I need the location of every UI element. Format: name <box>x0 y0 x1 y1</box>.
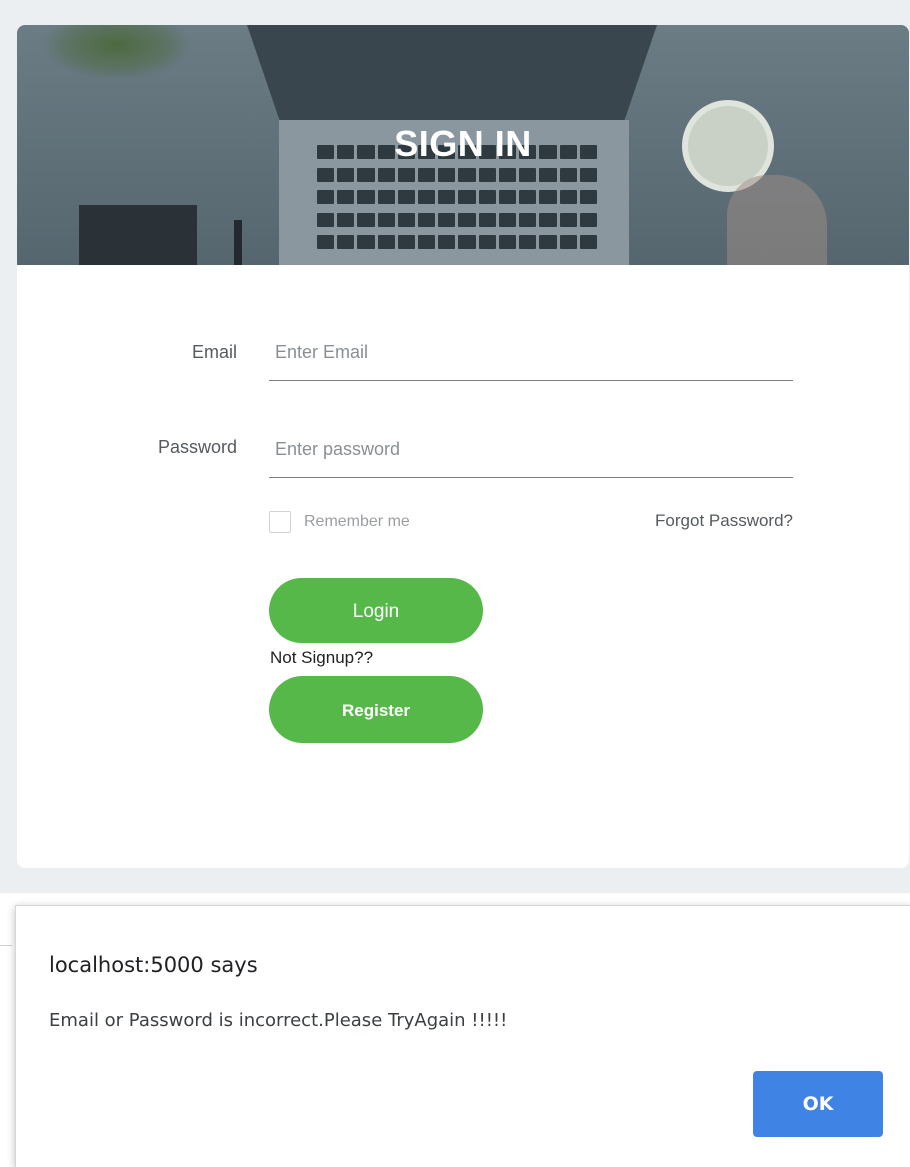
plant-decoration <box>42 25 192 80</box>
hand-decoration <box>727 175 827 265</box>
signin-card: SIGN IN Email Password Remember me Forgo… <box>17 25 909 868</box>
alert-message: Email or Password is incorrect.Please Tr… <box>49 1010 508 1031</box>
email-label: Email <box>191 342 237 362</box>
email-field[interactable] <box>269 325 793 381</box>
alert-dialog: localhost:5000 says Email or Password is… <box>15 905 910 1167</box>
not-signup-text: Not Signup?? <box>270 648 374 667</box>
forgot-password-link[interactable]: Forgot Password? <box>617 511 793 531</box>
remember-me-label[interactable]: Remember me <box>304 513 410 531</box>
login-button[interactable]: Login <box>269 578 483 643</box>
pen-decoration <box>234 220 242 265</box>
remember-me-checkbox[interactable] <box>269 511 291 533</box>
notebook-decoration <box>79 205 197 265</box>
page-title: SIGN IN <box>394 123 532 164</box>
password-label: Password <box>157 437 237 457</box>
password-field[interactable] <box>269 422 793 478</box>
register-button[interactable]: Register <box>269 676 483 743</box>
alert-title: localhost:5000 says <box>49 953 258 977</box>
remember-me-row: Remember me <box>269 510 410 534</box>
divider <box>0 945 12 946</box>
ok-button[interactable]: OK <box>753 1071 883 1137</box>
hero-banner-image: SIGN IN <box>17 25 909 265</box>
